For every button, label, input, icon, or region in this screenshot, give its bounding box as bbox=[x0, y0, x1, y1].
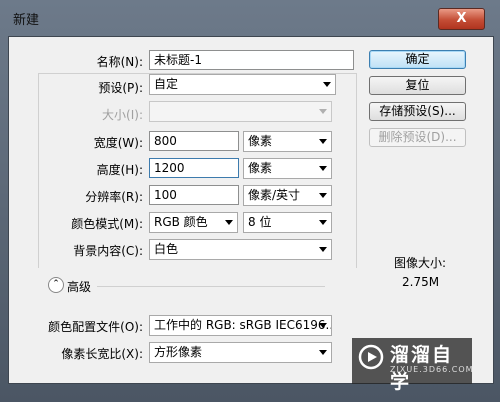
chevron-down-icon bbox=[319, 220, 327, 225]
chevron-down-icon bbox=[319, 109, 327, 114]
chevron-down-icon bbox=[319, 323, 327, 328]
width-label: 宽度(W): bbox=[93, 136, 143, 150]
color-profile-label: 颜色配置文件(O): bbox=[48, 320, 143, 334]
image-size-label: 图像大小: bbox=[394, 256, 447, 270]
advanced-label: 高级 bbox=[67, 280, 92, 294]
image-size-value: 2.75M bbox=[402, 275, 440, 289]
width-input[interactable]: 800 bbox=[149, 131, 239, 151]
play-logo-icon bbox=[358, 344, 384, 370]
pixel-aspect-value: 方形像素 bbox=[154, 345, 203, 359]
title-bar[interactable]: 新建 X bbox=[0, 0, 500, 36]
dialog-body: 名称(N): 未标题-1 预设(P): 自定 大小(I): 宽度(W): 800… bbox=[8, 36, 494, 384]
bit-depth-select[interactable]: 8 位 bbox=[243, 212, 332, 233]
name-label: 名称(N): bbox=[96, 55, 143, 69]
height-unit-value: 像素 bbox=[248, 161, 273, 175]
height-label: 高度(H): bbox=[96, 163, 143, 177]
watermark-url: ZIXUE.3D66.COM bbox=[390, 365, 474, 374]
resolution-unit-select[interactable]: 像素/英寸 bbox=[243, 185, 332, 206]
name-input[interactable]: 未标题-1 bbox=[149, 50, 354, 70]
resolution-unit-value: 像素/英寸 bbox=[248, 188, 301, 202]
preset-select[interactable]: 自定 bbox=[149, 74, 336, 95]
reset-button[interactable]: 复位 bbox=[369, 76, 466, 95]
pixel-aspect-select[interactable]: 方形像素 bbox=[149, 342, 332, 363]
resolution-label: 分辨率(R): bbox=[85, 190, 143, 204]
size-select bbox=[149, 101, 332, 122]
save-preset-button[interactable]: 存储预设(S)... bbox=[369, 102, 466, 121]
collapse-icon[interactable]: ⌃ bbox=[48, 277, 64, 293]
delete-preset-button: 删除预设(D)... bbox=[369, 128, 466, 147]
height-input[interactable]: 1200 bbox=[149, 158, 239, 178]
advanced-separator bbox=[97, 286, 325, 287]
pixel-aspect-label: 像素长宽比(X): bbox=[61, 347, 143, 361]
preset-select-value: 自定 bbox=[154, 77, 179, 91]
color-mode-label: 颜色模式(M): bbox=[71, 217, 143, 231]
chevron-down-icon bbox=[319, 139, 327, 144]
preset-group-left-line bbox=[38, 73, 39, 268]
chevron-down-icon bbox=[319, 350, 327, 355]
chevron-down-icon bbox=[319, 193, 327, 198]
width-unit-value: 像素 bbox=[248, 134, 273, 148]
color-profile-value: 工作中的 RGB: sRGB IEC6196... bbox=[154, 318, 332, 332]
color-profile-select[interactable]: 工作中的 RGB: sRGB IEC6196... bbox=[149, 315, 332, 336]
bit-depth-value: 8 位 bbox=[248, 215, 272, 229]
chevron-down-icon bbox=[225, 220, 233, 225]
background-label: 背景内容(C): bbox=[73, 244, 143, 258]
size-label: 大小(I): bbox=[102, 108, 143, 122]
ok-button[interactable]: 确定 bbox=[369, 50, 466, 69]
chevron-down-icon bbox=[319, 247, 327, 252]
chevron-down-icon bbox=[323, 82, 331, 87]
close-button[interactable]: X bbox=[438, 8, 485, 30]
resolution-input[interactable]: 100 bbox=[149, 185, 239, 205]
color-mode-select[interactable]: RGB 颜色 bbox=[149, 212, 238, 233]
dialog-frame: 新建 X 名称(N): 未标题-1 预设(P): 自定 大小(I): 宽度(W)… bbox=[0, 0, 500, 402]
width-unit-select[interactable]: 像素 bbox=[243, 131, 332, 152]
background-value: 白色 bbox=[154, 242, 179, 256]
preset-label: 预设(P): bbox=[98, 81, 143, 95]
dialog-title: 新建 bbox=[13, 13, 40, 28]
preset-group-right-line bbox=[356, 73, 357, 268]
watermark: 溜溜自学 ZIXUE.3D66.COM bbox=[352, 338, 474, 393]
height-unit-select[interactable]: 像素 bbox=[243, 158, 332, 179]
chevron-down-icon bbox=[319, 166, 327, 171]
background-select[interactable]: 白色 bbox=[149, 239, 332, 260]
color-mode-value: RGB 颜色 bbox=[154, 215, 208, 229]
